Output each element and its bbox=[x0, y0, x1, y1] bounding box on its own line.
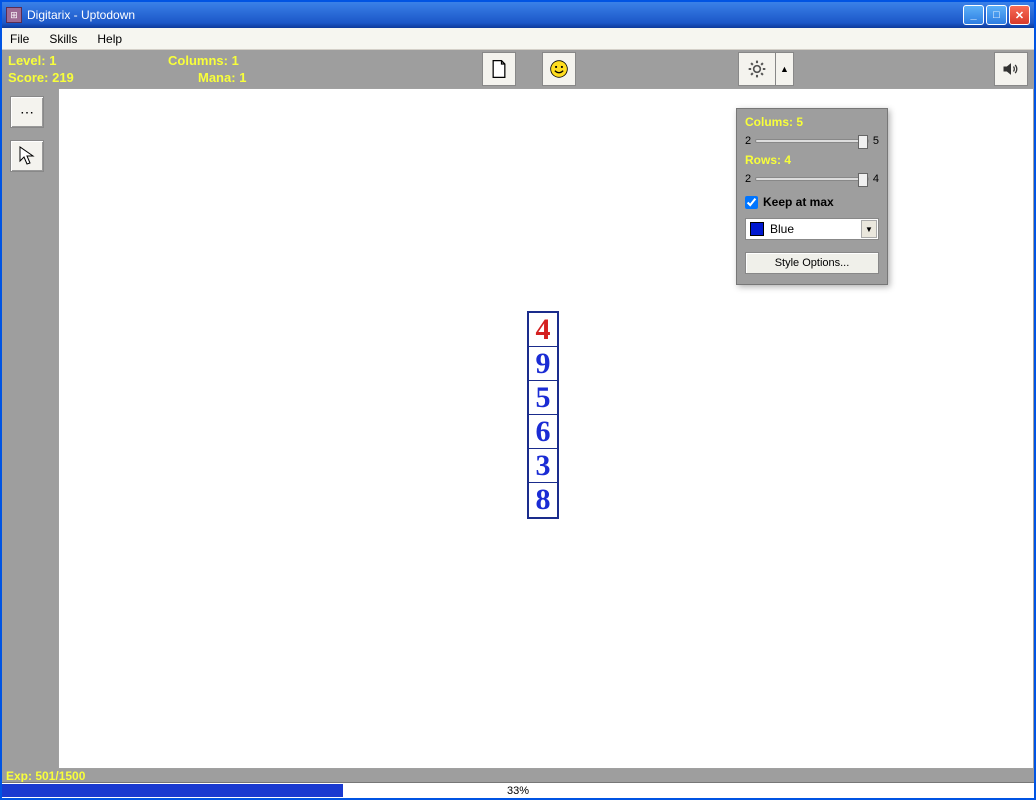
number-cell-3[interactable]: 6 bbox=[529, 415, 557, 449]
rows-setting-label: Rows: 4 bbox=[745, 153, 879, 167]
settings-panel: Colums: 5 2 5 Rows: 4 2 4 Keep at max Bl… bbox=[736, 108, 888, 285]
tool-pointer-button[interactable] bbox=[10, 140, 44, 172]
columns-slider-thumb[interactable] bbox=[858, 135, 868, 149]
score-value: 219 bbox=[52, 70, 74, 85]
settings-button[interactable] bbox=[738, 52, 776, 86]
columns-slider[interactable] bbox=[755, 139, 869, 143]
settings-dropdown-button[interactable]: ▲ bbox=[776, 52, 794, 86]
columns-label: Columns: bbox=[168, 53, 228, 68]
menubar: File Skills Help bbox=[2, 28, 1034, 50]
keep-at-max-row[interactable]: Keep at max bbox=[745, 195, 879, 209]
exp-text: Exp: 501/1500 bbox=[2, 769, 1034, 782]
minimize-button[interactable]: _ bbox=[963, 5, 984, 25]
number-cell-0[interactable]: 4 bbox=[529, 313, 557, 347]
menu-skills[interactable]: Skills bbox=[45, 30, 81, 48]
smiley-button[interactable] bbox=[542, 52, 576, 86]
new-document-button[interactable] bbox=[482, 52, 516, 86]
page-icon bbox=[489, 59, 509, 79]
tool-ellipsis-button[interactable]: ⋯ bbox=[10, 96, 44, 128]
level-label: Level: bbox=[8, 53, 46, 68]
score-label: Score: bbox=[8, 70, 48, 85]
number-column: 4 9 5 6 3 8 bbox=[527, 311, 559, 519]
columns-setting-label: Colums: 5 bbox=[745, 115, 879, 129]
window-title: Digitarix - Uptodown bbox=[27, 8, 963, 22]
color-select[interactable]: Blue ▼ bbox=[745, 218, 879, 240]
rows-slider[interactable] bbox=[755, 177, 869, 181]
number-cell-1[interactable]: 9 bbox=[529, 347, 557, 381]
color-select-label: Blue bbox=[770, 222, 794, 236]
smiley-icon bbox=[549, 59, 569, 79]
progress-percent: 33% bbox=[2, 783, 1034, 798]
style-options-button[interactable]: Style Options... bbox=[745, 252, 879, 274]
keep-at-max-checkbox[interactable] bbox=[745, 196, 758, 209]
menu-file[interactable]: File bbox=[6, 30, 33, 48]
number-cell-5[interactable]: 8 bbox=[529, 483, 557, 517]
rows-max-label: 4 bbox=[873, 173, 879, 185]
close-button[interactable]: ✕ bbox=[1009, 5, 1030, 25]
rows-min-label: 2 bbox=[745, 173, 751, 185]
keep-at-max-label: Keep at max bbox=[763, 195, 834, 209]
top-toolbar: Level: 1 Columns: 1 Score: 219 Mana: 1 ▲ bbox=[2, 50, 1034, 88]
number-cell-4[interactable]: 3 bbox=[529, 449, 557, 483]
mana-value: 1 bbox=[239, 70, 246, 85]
columns-max-label: 5 bbox=[873, 135, 879, 147]
level-value: 1 bbox=[49, 53, 56, 68]
columns-min-label: 2 bbox=[745, 135, 751, 147]
stats-panel: Level: 1 Columns: 1 Score: 219 Mana: 1 bbox=[8, 53, 246, 85]
cursor-icon bbox=[19, 146, 35, 166]
rows-slider-thumb[interactable] bbox=[858, 173, 868, 187]
number-cell-2[interactable]: 5 bbox=[529, 381, 557, 415]
left-toolbar: ⋯ bbox=[2, 88, 58, 769]
columns-value: 1 bbox=[232, 53, 239, 68]
progress-bar: 33% bbox=[2, 782, 1034, 798]
dropdown-arrow-icon[interactable]: ▼ bbox=[861, 220, 877, 238]
color-swatch-blue bbox=[750, 222, 764, 236]
maximize-button[interactable]: □ bbox=[986, 5, 1007, 25]
gear-icon bbox=[747, 59, 767, 79]
app-icon: ⊞ bbox=[6, 7, 22, 23]
menu-help[interactable]: Help bbox=[93, 30, 126, 48]
speaker-icon bbox=[1001, 59, 1021, 79]
sound-button[interactable] bbox=[994, 52, 1028, 86]
mana-label: Mana: bbox=[198, 70, 236, 85]
